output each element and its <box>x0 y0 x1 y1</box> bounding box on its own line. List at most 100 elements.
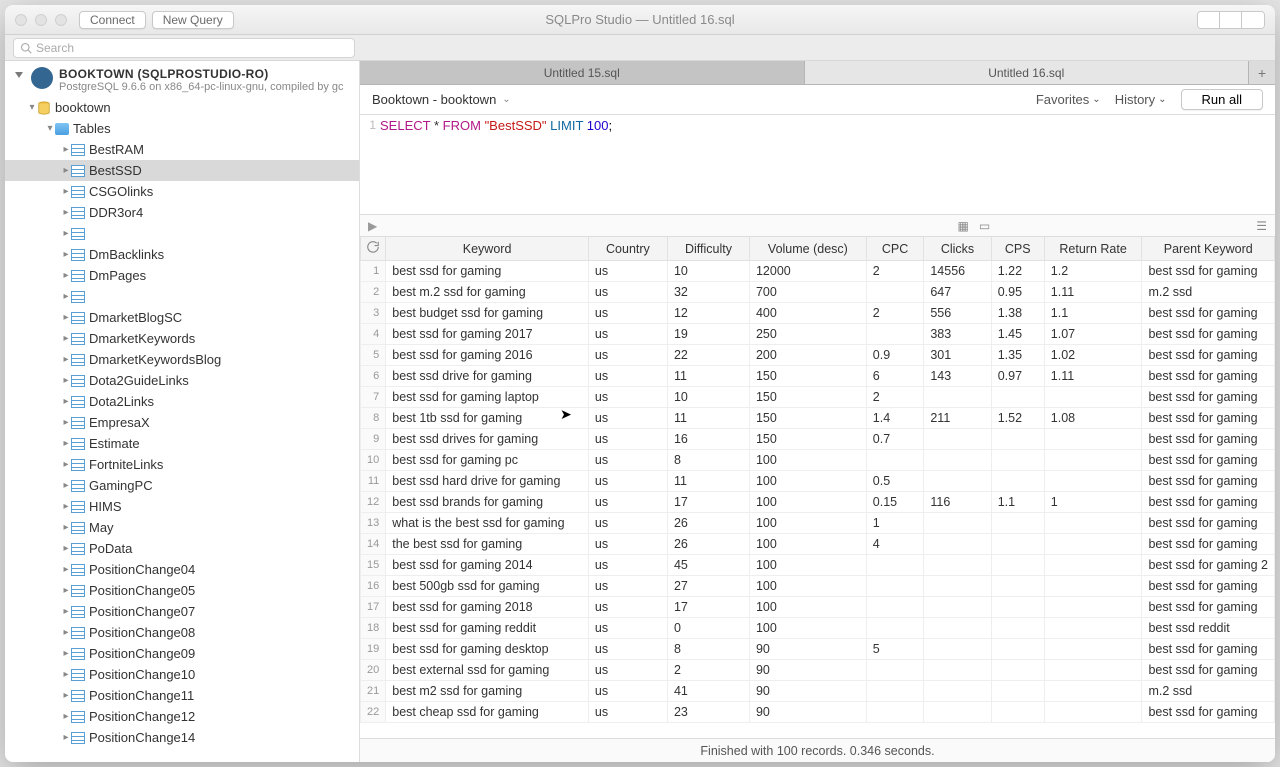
cell-cps[interactable] <box>991 681 1044 702</box>
chevron-right-icon[interactable] <box>61 732 71 743</box>
cell-clicks[interactable] <box>924 471 991 492</box>
cell-cpc[interactable]: 1 <box>866 513 924 534</box>
tree-table-item[interactable]: May <box>5 517 359 538</box>
tree-table-item[interactable] <box>5 223 359 244</box>
run-all-button[interactable]: Run all <box>1181 89 1263 110</box>
cell-keyword[interactable]: best ssd for gaming reddit <box>386 618 589 639</box>
cell-parent-keyword[interactable]: best ssd for gaming <box>1142 303 1275 324</box>
cell-country[interactable]: us <box>588 387 667 408</box>
cell-return-rate[interactable]: 1.11 <box>1044 366 1142 387</box>
cell-parent-keyword[interactable]: best ssd for gaming <box>1142 450 1275 471</box>
sql-editor[interactable]: 1 SELECT * FROM "BestSSD" LIMIT 100; <box>360 115 1275 215</box>
table-row[interactable]: 3best budget ssd for gamingus1240025561.… <box>361 303 1275 324</box>
cell-return-rate[interactable] <box>1044 660 1142 681</box>
cell-volume[interactable]: 100 <box>749 597 866 618</box>
cell-country[interactable]: us <box>588 492 667 513</box>
tree-table-item[interactable]: PositionChange07 <box>5 601 359 622</box>
cell-volume[interactable]: 100 <box>749 492 866 513</box>
tree-table-item[interactable]: DmBacklinks <box>5 244 359 265</box>
cell-clicks[interactable] <box>924 639 991 660</box>
cell-clicks[interactable] <box>924 618 991 639</box>
cell-parent-keyword[interactable]: best ssd for gaming <box>1142 408 1275 429</box>
cell-return-rate[interactable]: 1 <box>1044 492 1142 513</box>
cell-return-rate[interactable] <box>1044 702 1142 723</box>
cell-volume[interactable]: 100 <box>749 534 866 555</box>
layout-mode-toggle[interactable] <box>1197 11 1265 29</box>
tree-table-item[interactable]: DmarketKeywords <box>5 328 359 349</box>
cell-volume[interactable]: 150 <box>749 387 866 408</box>
chevron-right-icon[interactable] <box>61 207 71 218</box>
table-row[interactable]: 21best m2 ssd for gamingus4190m.2 ssd <box>361 681 1275 702</box>
tab-untitled-15[interactable]: Untitled 15.sql <box>360 61 805 84</box>
cell-return-rate[interactable] <box>1044 513 1142 534</box>
cell-country[interactable]: us <box>588 303 667 324</box>
cell-country[interactable]: us <box>588 597 667 618</box>
tree-table-item[interactable]: FortniteLinks <box>5 454 359 475</box>
table-row[interactable]: 18best ssd for gaming redditus0100best s… <box>361 618 1275 639</box>
table-row[interactable]: 8best 1tb ssd for gamingus111501.42111.5… <box>361 408 1275 429</box>
play-icon[interactable]: ▶ <box>368 219 377 233</box>
cell-parent-keyword[interactable]: best ssd for gaming 2 <box>1142 555 1275 576</box>
table-row[interactable]: 14the best ssd for gamingus261004best ss… <box>361 534 1275 555</box>
table-row[interactable]: 17best ssd for gaming 2018us17100best ss… <box>361 597 1275 618</box>
chevron-right-icon[interactable] <box>61 690 71 701</box>
cell-cpc[interactable]: 6 <box>866 366 924 387</box>
tree-tables-folder[interactable]: Tables <box>5 118 359 139</box>
tree-table-item[interactable]: EmpresaX <box>5 412 359 433</box>
cell-country[interactable]: us <box>588 366 667 387</box>
column-header[interactable]: Return Rate <box>1044 237 1142 261</box>
cell-cps[interactable]: 1.1 <box>991 492 1044 513</box>
cell-return-rate[interactable]: 1.02 <box>1044 345 1142 366</box>
cell-difficulty[interactable]: 26 <box>667 513 749 534</box>
cell-parent-keyword[interactable]: best ssd for gaming <box>1142 261 1275 282</box>
chevron-down-icon[interactable] <box>45 123 55 134</box>
cell-country[interactable]: us <box>588 555 667 576</box>
tree-table-item[interactable]: PositionChange14 <box>5 727 359 748</box>
column-header[interactable]: CPC <box>866 237 924 261</box>
cell-cpc[interactable] <box>866 597 924 618</box>
chevron-right-icon[interactable] <box>61 480 71 491</box>
tree-table-item[interactable]: DDR3or4 <box>5 202 359 223</box>
chevron-right-icon[interactable] <box>61 627 71 638</box>
cell-cpc[interactable]: 1.4 <box>866 408 924 429</box>
cell-keyword[interactable]: best ssd for gaming 2017 <box>386 324 589 345</box>
tree-table-item[interactable]: PositionChange04 <box>5 559 359 580</box>
cell-cpc[interactable] <box>866 702 924 723</box>
cell-parent-keyword[interactable]: best ssd for gaming <box>1142 534 1275 555</box>
cell-parent-keyword[interactable]: best ssd for gaming <box>1142 471 1275 492</box>
cell-cpc[interactable]: 4 <box>866 534 924 555</box>
cell-volume[interactable]: 12000 <box>749 261 866 282</box>
column-header[interactable]: CPS <box>991 237 1044 261</box>
tab-untitled-16[interactable]: Untitled 16.sql <box>805 61 1250 84</box>
cell-cps[interactable] <box>991 618 1044 639</box>
cell-cpc[interactable]: 0.15 <box>866 492 924 513</box>
zoom-icon[interactable] <box>55 14 67 26</box>
cell-parent-keyword[interactable]: best ssd for gaming <box>1142 324 1275 345</box>
cell-cps[interactable] <box>991 660 1044 681</box>
cell-keyword[interactable]: best budget ssd for gaming <box>386 303 589 324</box>
cell-difficulty[interactable]: 12 <box>667 303 749 324</box>
cell-return-rate[interactable]: 1.2 <box>1044 261 1142 282</box>
sql-code[interactable]: SELECT * FROM "BestSSD" LIMIT 100; <box>380 115 612 214</box>
cell-keyword[interactable]: best 500gb ssd for gaming <box>386 576 589 597</box>
history-dropdown[interactable]: History⌄ <box>1115 92 1167 107</box>
cell-clicks[interactable]: 14556 <box>924 261 991 282</box>
chevron-right-icon[interactable] <box>61 186 71 197</box>
cell-return-rate[interactable] <box>1044 555 1142 576</box>
cell-cpc[interactable] <box>866 660 924 681</box>
cell-volume[interactable]: 100 <box>749 576 866 597</box>
cell-return-rate[interactable] <box>1044 534 1142 555</box>
cell-keyword[interactable]: the best ssd for gaming <box>386 534 589 555</box>
cell-clicks[interactable] <box>924 576 991 597</box>
cell-clicks[interactable] <box>924 660 991 681</box>
cell-return-rate[interactable] <box>1044 639 1142 660</box>
cell-return-rate[interactable] <box>1044 576 1142 597</box>
cell-clicks[interactable] <box>924 387 991 408</box>
cell-volume[interactable]: 100 <box>749 450 866 471</box>
cell-cpc[interactable] <box>866 681 924 702</box>
cell-country[interactable]: us <box>588 408 667 429</box>
cell-keyword[interactable]: best m.2 ssd for gaming <box>386 282 589 303</box>
cell-clicks[interactable] <box>924 597 991 618</box>
column-header[interactable]: Country <box>588 237 667 261</box>
cell-keyword[interactable]: best ssd for gaming 2016 <box>386 345 589 366</box>
